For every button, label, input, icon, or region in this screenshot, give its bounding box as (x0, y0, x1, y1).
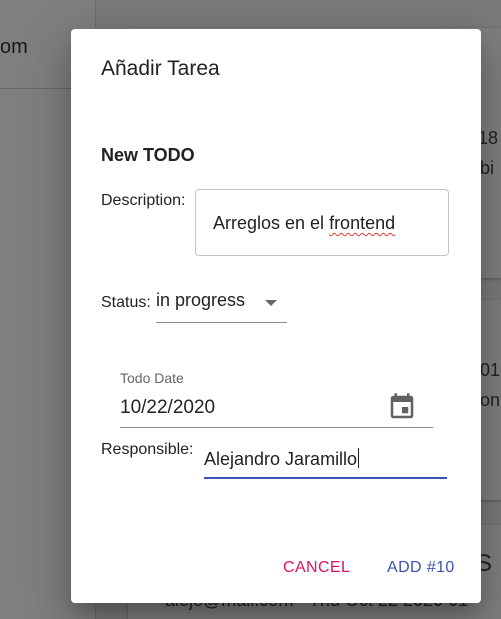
todo-date-value: 10/22/2020 (120, 397, 216, 418)
responsible-input[interactable]: Alejandro Jaramillo (204, 443, 447, 479)
todo-date-label: Todo Date (120, 370, 184, 386)
status-label: Status: (101, 294, 151, 311)
responsible-label: Responsible: (101, 441, 194, 458)
status-select[interactable]: in progress (156, 287, 287, 323)
responsible-value: Alejandro Jaramillo (204, 448, 360, 469)
todo-date-field[interactable]: Todo Date 10/22/2020 (120, 369, 433, 428)
text-cursor (358, 448, 360, 468)
calendar-icon[interactable] (387, 392, 417, 422)
description-label: Description: (101, 192, 186, 209)
chevron-down-icon (265, 300, 277, 306)
cancel-button[interactable]: CANCEL (277, 555, 356, 581)
dialog-title: Añadir Tarea (101, 57, 220, 80)
add-task-dialog: Añadir Tarea New TODO Description: Arreg… (71, 29, 481, 603)
misspelled-word: frontend (329, 213, 396, 233)
description-field[interactable]: Arreglos en el frontend (195, 189, 449, 256)
status-select-value: in progress (156, 290, 246, 310)
form-heading: New TODO (101, 145, 195, 165)
description-value: Arreglos en el frontend (213, 213, 396, 233)
add-button[interactable]: ADD #10 (381, 555, 461, 581)
